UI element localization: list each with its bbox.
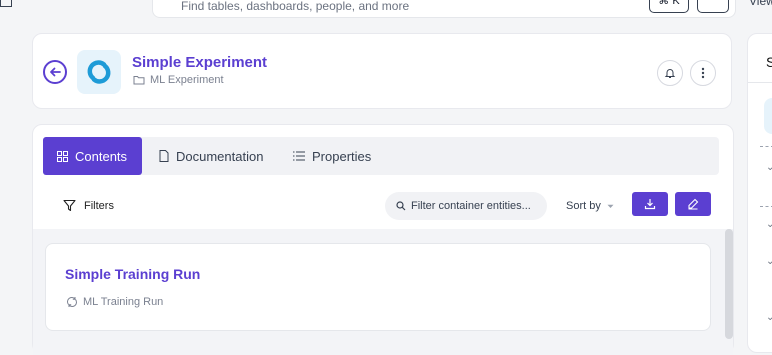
sort-by-label: Sort by <box>566 200 601 212</box>
folder-icon <box>133 76 145 85</box>
entity-header-card: Simple Experiment ML Experiment <box>32 33 732 109</box>
list-icon <box>293 151 305 161</box>
tabs-bar: Contents Documentation Properties <box>43 137 719 175</box>
filters-label: Filters <box>84 199 114 212</box>
filter-entities-placeholder: Filter container entities... <box>411 200 531 212</box>
entity-title[interactable]: Simple Experiment <box>132 54 267 71</box>
ml-experiment-icon <box>77 50 121 94</box>
list-item-type: ML Training Run <box>66 296 163 308</box>
search-shortcut-badge: ⌘ K <box>649 0 689 13</box>
more-vertical-icon <box>701 67 705 79</box>
tab-documentation[interactable]: Documentation <box>145 137 277 175</box>
download-icon <box>644 199 656 210</box>
tab-properties-label: Properties <box>312 148 372 164</box>
caret-down-icon <box>607 204 614 208</box>
right-panel-heading: S <box>766 54 772 70</box>
tab-documentation-label: Documentation <box>176 148 264 164</box>
chevron-down-icon[interactable]: ⌄ <box>766 162 772 173</box>
tab-contents-label: Contents <box>75 148 128 164</box>
scrollbar[interactable] <box>725 229 733 339</box>
chevron-down-icon[interactable]: ⌄ <box>766 312 772 323</box>
entity-list: Simple Training Run ML Training Run <box>33 229 733 355</box>
sidebar-toggle-icon[interactable] <box>0 0 12 7</box>
list-item[interactable]: Simple Training Run ML Training Run <box>45 243 711 331</box>
global-search-bar[interactable]: Find tables, dashboards, people, and mor… <box>152 0 736 18</box>
document-icon <box>159 150 169 162</box>
filters-button[interactable]: Filters <box>63 199 114 212</box>
list-item-type-label: ML Training Run <box>83 296 164 308</box>
bell-icon <box>664 69 676 78</box>
right-panel-icon <box>764 98 772 134</box>
view-menu-label[interactable]: View <box>749 0 772 8</box>
more-options-button[interactable] <box>690 60 716 86</box>
tab-contents[interactable]: Contents <box>43 137 142 175</box>
pencil-icon <box>688 198 699 210</box>
list-item-title[interactable]: Simple Training Run <box>65 266 200 282</box>
search-icon <box>396 201 406 211</box>
right-side-panel: S ⌄ ⌄ ⌄ ⌄ <box>747 33 772 353</box>
right-panel-divider-dashed <box>760 146 772 147</box>
follow-bell-button[interactable] <box>657 60 683 86</box>
search-input[interactable]: Find tables, dashboards, people, and mor… <box>181 0 409 13</box>
filter-entities-input[interactable]: Filter container entities... <box>385 192 547 220</box>
download-button[interactable] <box>632 192 668 216</box>
right-panel-divider <box>748 82 772 83</box>
search-filter-icon[interactable] <box>697 0 729 13</box>
tab-properties[interactable]: Properties <box>279 137 385 175</box>
contents-card: Contents Documentation Properties Filter… <box>32 124 734 355</box>
entity-type-label: ML Experiment <box>150 74 224 86</box>
chevron-down-icon[interactable]: ⌄ <box>766 256 772 267</box>
right-panel-divider-dashed <box>760 206 772 207</box>
grid-icon <box>57 150 68 162</box>
filter-icon <box>63 199 76 212</box>
back-arrow-icon[interactable] <box>43 60 67 84</box>
training-run-icon <box>67 297 77 307</box>
entity-type: ML Experiment <box>133 74 224 86</box>
sort-by-dropdown[interactable]: Sort by <box>566 200 614 212</box>
chevron-down-icon[interactable]: ⌄ <box>766 219 772 230</box>
edit-button[interactable] <box>675 192 711 216</box>
